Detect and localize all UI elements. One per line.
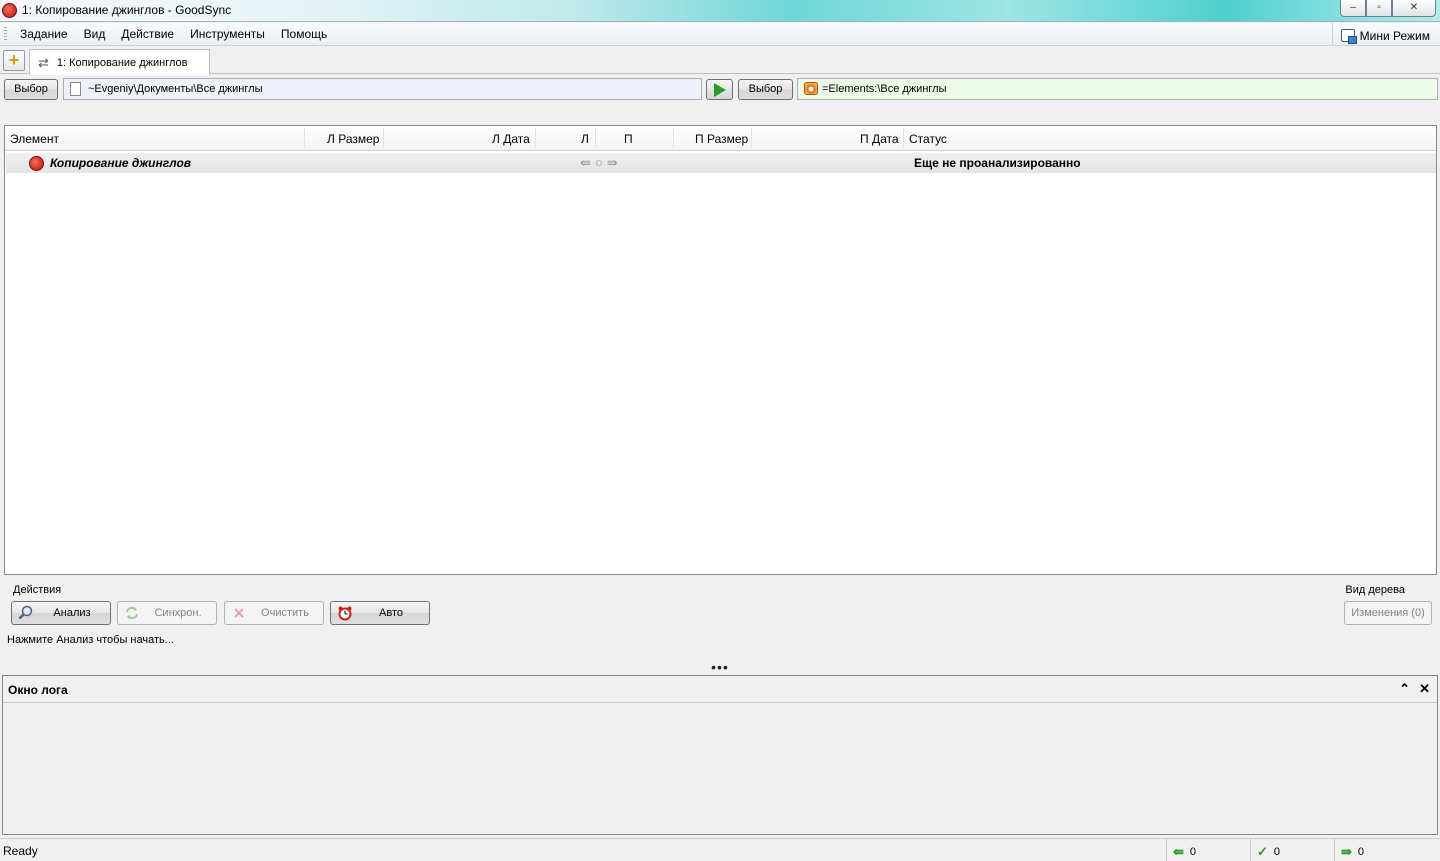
- menu-grip-icon: [4, 27, 7, 42]
- add-job-button[interactable]: +: [3, 50, 25, 71]
- left-path-text: ~Evgeniy\Документы\Все джинглы: [88, 83, 263, 95]
- close-log-icon[interactable]: ✕: [1419, 681, 1430, 697]
- alarm-clock-icon: [338, 606, 352, 621]
- direction-indicators: ⇚ ○ ⇛: [580, 155, 618, 171]
- window-title: 1: Копирование джинглов - GoodSync: [22, 3, 232, 17]
- x-icon: [234, 608, 244, 618]
- status-text: Ready: [3, 844, 38, 858]
- menu-view[interactable]: Вид: [76, 27, 114, 41]
- left-arrow-icon: ⇚: [580, 155, 591, 170]
- menu-tools[interactable]: Инструменты: [182, 27, 273, 41]
- table-row[interactable]: Копирование джинглов ⇚ ○ ⇛ Еще не проана…: [6, 153, 1436, 173]
- actions-label: Действия: [13, 584, 62, 596]
- sync-button[interactable]: Синхрон.: [117, 601, 217, 625]
- right-path-text: =Elements:\Все джинглы: [822, 83, 947, 95]
- right-arrow-icon: ⇛: [1341, 844, 1352, 859]
- right-path-field[interactable]: =Elements:\Все джинглы: [797, 78, 1438, 100]
- hint-text: Нажмите Анализ чтобы начать...: [7, 634, 174, 646]
- column-left[interactable]: Л: [581, 132, 589, 146]
- actions-panel: Действия Анализ Синхрон. Очистить Авто Н…: [4, 578, 1437, 670]
- column-right-date[interactable]: П Дата: [860, 132, 899, 146]
- column-element[interactable]: Элемент: [10, 132, 59, 146]
- column-left-date[interactable]: Л Дата: [492, 132, 530, 146]
- right-arrow-icon: ⇛: [606, 155, 618, 170]
- column-right[interactable]: П: [624, 132, 633, 146]
- title-bar: 1: Копирование джинглов - GoodSync – ▫ ✕: [0, 0, 1440, 22]
- elements-folder-icon: [804, 82, 818, 95]
- file-list[interactable]: Элемент Л Размер Л Дата Л П П Размер П Д…: [4, 125, 1437, 575]
- right-browse-button[interactable]: Выбор: [738, 79, 793, 100]
- clean-button[interactable]: Очистить: [224, 601, 324, 625]
- checkmark-icon: ✓: [1257, 844, 1268, 859]
- row-name: Копирование джинглов: [50, 156, 192, 170]
- auto-button[interactable]: Авто: [330, 601, 430, 625]
- goodsync-app-icon: [2, 3, 17, 18]
- minimize-button[interactable]: –: [1340, 0, 1366, 17]
- left-changes-counter: ⇚ 0: [1166, 839, 1250, 861]
- list-header: Элемент Л Размер Л Дата Л П П Размер П Д…: [5, 126, 1436, 151]
- job-icon: [29, 156, 44, 171]
- maximize-button[interactable]: ▫: [1366, 0, 1392, 17]
- left-path-field[interactable]: ~Evgeniy\Документы\Все джинглы: [63, 78, 702, 100]
- tab-label: 1: Копирование джинглов: [56, 56, 188, 69]
- log-window: Окно лога ⌃ ✕: [2, 675, 1438, 835]
- row-status: Еще не проанализированно: [914, 156, 1081, 170]
- log-header: Окно лога ⌃ ✕: [3, 676, 1437, 703]
- direction-button[interactable]: [706, 79, 733, 100]
- menu-bar: Задание Вид Действие Инструменты Помощь …: [0, 23, 1440, 46]
- collapse-log-icon[interactable]: ⌃: [1399, 681, 1410, 697]
- magnifier-icon: [18, 605, 33, 620]
- panel-splitter[interactable]: •••: [0, 660, 1440, 674]
- tree-view-label: Вид дерева: [1345, 584, 1405, 596]
- column-left-size[interactable]: Л Размер: [327, 132, 379, 146]
- right-arrow-icon: [714, 83, 726, 97]
- log-title: Окно лога: [8, 683, 68, 697]
- menu-action[interactable]: Действие: [113, 27, 182, 41]
- job-tab-bar: + ⇄ 1: Копирование джинглов: [0, 47, 1440, 75]
- mini-mode-label: Мини Режим: [1359, 28, 1430, 43]
- ok-counter: ✓ 0: [1250, 839, 1334, 861]
- mini-mode-icon: [1340, 29, 1357, 44]
- path-row: Выбор ~Evgeniy\Документы\Все джинглы Выб…: [0, 76, 1440, 102]
- right-changes-counter: ⇛ 0: [1334, 839, 1440, 861]
- column-status[interactable]: Статус: [909, 132, 947, 146]
- sync-arrows-icon: ⇄: [38, 54, 49, 70]
- sync-icon: [126, 606, 138, 620]
- window-controls: – ▫ ✕: [1340, 0, 1436, 17]
- left-arrow-icon: ⇚: [1173, 844, 1184, 859]
- changes-button[interactable]: Изменения (0): [1344, 601, 1432, 625]
- left-browse-button[interactable]: Выбор: [4, 79, 58, 100]
- circle-icon: ○: [594, 155, 603, 170]
- status-bar: Ready ⇚ 0 ✓ 0 ⇛ 0: [0, 838, 1440, 861]
- menu-help[interactable]: Помощь: [273, 27, 335, 41]
- tab-job-1[interactable]: ⇄ 1: Копирование джинглов: [29, 49, 210, 75]
- mini-mode-button[interactable]: Мини Режим: [1331, 23, 1440, 45]
- column-right-size[interactable]: П Размер: [695, 132, 748, 146]
- document-icon: [70, 82, 81, 96]
- menu-job[interactable]: Задание: [12, 27, 76, 41]
- close-window-button[interactable]: ✕: [1392, 0, 1436, 17]
- analyze-button[interactable]: Анализ: [11, 601, 111, 625]
